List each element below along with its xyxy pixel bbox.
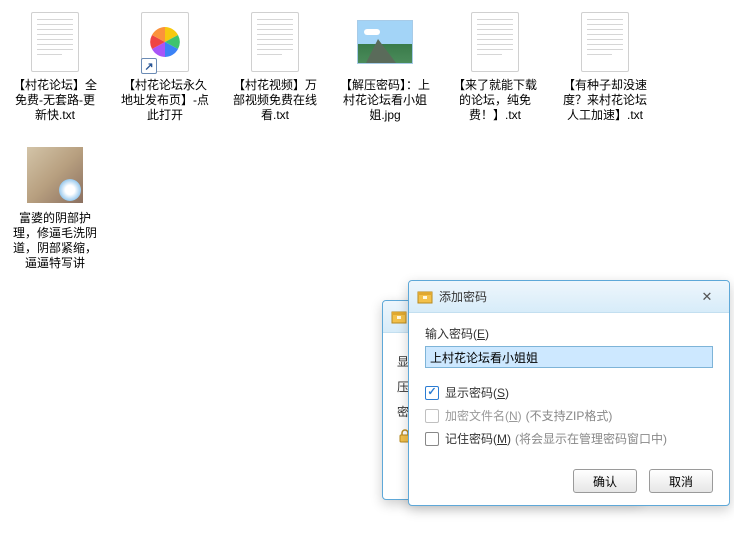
file-label: 【有种子却没速度？来村花论坛人工加速】.txt xyxy=(560,78,650,123)
encrypt-filename-checkbox-row: 加密文件名(N) (不支持ZIP格式) xyxy=(425,407,713,424)
show-password-label: 显示密码(S) xyxy=(445,384,509,401)
encrypt-filename-checkbox xyxy=(425,409,439,423)
dialog-title: 添加密码 xyxy=(439,288,487,305)
add-password-dialog: 添加密码 ✕ 输入密码(E) 显示密码(S) 加密文件名(N) (不支持ZIP格… xyxy=(408,280,730,506)
file-item[interactable]: 【来了就能下载的论坛，纯免费！】.txt xyxy=(450,10,540,123)
file-label: 富婆的阴部护理，修逼毛洗阴道，阴部紧缩，逼逼特写讲解，... xyxy=(10,211,100,271)
encrypt-filename-label: 加密文件名(N) xyxy=(445,407,522,424)
thumb-file-icon xyxy=(23,143,87,207)
txt-file-icon xyxy=(573,10,637,74)
file-item[interactable]: 【有种子却没速度？来村花论坛人工加速】.txt xyxy=(560,10,650,123)
encrypt-filename-hint: (不支持ZIP格式) xyxy=(526,407,613,424)
cancel-button[interactable]: 取消 xyxy=(649,469,713,493)
file-label: 【来了就能下载的论坛，纯免费！】.txt xyxy=(450,78,540,123)
jpg-file-icon xyxy=(353,10,417,74)
file-label: 【解压密码】：上村花论坛看小姐姐.jpg xyxy=(340,78,430,123)
shortcut-file-icon: ↗ xyxy=(133,10,197,74)
file-item[interactable]: 【村花视频】万部视频免费在线看.txt xyxy=(230,10,320,123)
archive-icon xyxy=(417,289,433,305)
show-password-checkbox[interactable] xyxy=(425,386,439,400)
remember-password-label: 记住密码(M) xyxy=(445,430,511,447)
remember-password-checkbox-row[interactable]: 记住密码(M) (将会显示在管理密码窗口中) xyxy=(425,430,713,447)
file-label: 【村花论坛永久地址发布页】-点此打开 xyxy=(120,78,210,123)
file-label: 【村花视频】万部视频免费在线看.txt xyxy=(230,78,320,123)
file-item[interactable]: ↗ 【村花论坛永久地址发布页】-点此打开 xyxy=(120,10,210,123)
file-item[interactable]: 富婆的阴部护理，修逼毛洗阴道，阴部紧缩，逼逼特写讲解，... xyxy=(10,143,100,271)
archive-icon xyxy=(391,309,407,325)
show-password-checkbox-row[interactable]: 显示密码(S) xyxy=(425,384,713,401)
remember-password-checkbox[interactable] xyxy=(425,432,439,446)
file-explorer-area: 【村花论坛】全免费-无套路-更新快.txt ↗ 【村花论坛永久地址发布页】-点此打开… xyxy=(0,0,734,281)
shortcut-arrow-icon: ↗ xyxy=(141,58,157,74)
file-item[interactable]: 【村花论坛】全免费-无套路-更新快.txt xyxy=(10,10,100,123)
password-input[interactable] xyxy=(425,346,713,368)
ok-button[interactable]: 确认 xyxy=(573,469,637,493)
file-label: 【村花论坛】全免费-无套路-更新快.txt xyxy=(10,78,100,123)
remember-password-hint: (将会显示在管理密码窗口中) xyxy=(515,430,667,447)
password-input-label: 输入密码(E) xyxy=(425,325,713,342)
file-item[interactable]: 【解压密码】：上村花论坛看小姐姐.jpg xyxy=(340,10,430,123)
txt-file-icon xyxy=(23,10,87,74)
txt-file-icon xyxy=(243,10,307,74)
txt-file-icon xyxy=(463,10,527,74)
dialog-titlebar[interactable]: 添加密码 ✕ xyxy=(409,281,729,313)
close-icon[interactable]: ✕ xyxy=(693,288,721,306)
